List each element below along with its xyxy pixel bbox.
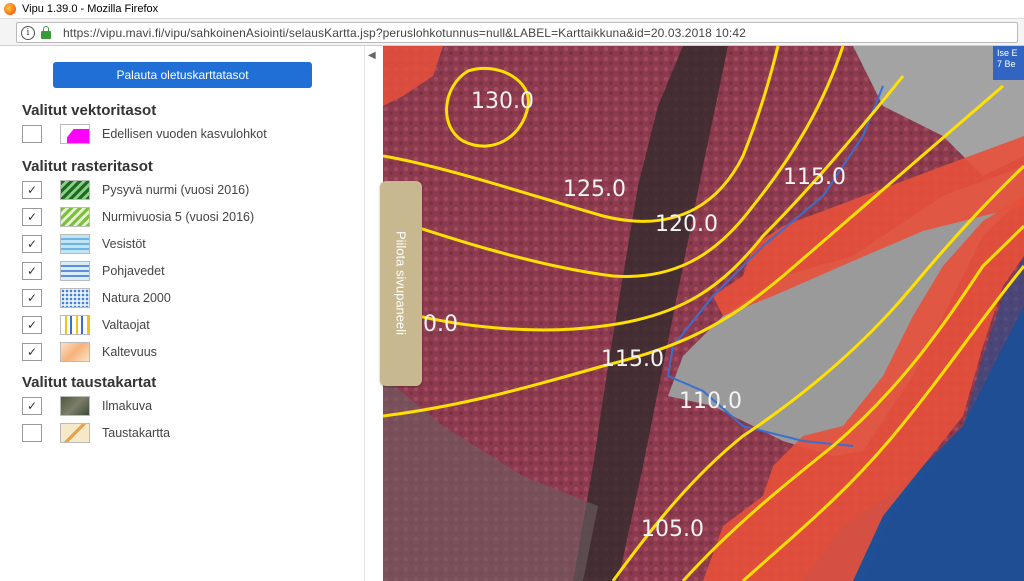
layer-row-aerial[interactable]: ✓ Ilmakuva bbox=[22, 395, 152, 417]
contour-label: 0.0 bbox=[423, 312, 458, 337]
layer-label: Valtaojat bbox=[102, 318, 150, 332]
hide-side-panel-label: Piilota sivupaneeli bbox=[393, 230, 409, 336]
layer-label: Natura 2000 bbox=[102, 291, 171, 305]
water-waves-icon bbox=[60, 234, 90, 254]
layer-row-natura[interactable]: ✓ Natura 2000 bbox=[22, 287, 171, 309]
layer-row-previous-year-parcels[interactable]: Edellisen vuoden kasvulohkot bbox=[22, 123, 267, 145]
layer-row-main-ditches[interactable]: ✓ Valtaojat bbox=[22, 314, 150, 336]
background-maps-heading: Valitut taustakartat bbox=[22, 374, 157, 391]
slope-icon bbox=[60, 342, 90, 362]
layer-checkbox[interactable]: ✓ bbox=[22, 235, 42, 253]
raster-layers-heading: Valitut rasteritasot bbox=[22, 158, 153, 175]
light-green-hatch-icon bbox=[60, 207, 90, 227]
layer-checkbox[interactable] bbox=[22, 125, 42, 143]
layer-label: Pohjavedet bbox=[102, 264, 165, 278]
layer-checkbox[interactable]: ✓ bbox=[22, 181, 42, 199]
contour-label: 120.0 bbox=[655, 212, 718, 237]
contour-label: 105.0 bbox=[641, 517, 704, 542]
layer-row-waters[interactable]: ✓ Vesistöt bbox=[22, 233, 146, 255]
badge-line: 7 Be bbox=[997, 59, 1016, 69]
layer-row-permanent-grass[interactable]: ✓ Pysyvä nurmi (vuosi 2016) bbox=[22, 179, 249, 201]
reset-default-layers-button[interactable]: Palauta oletuskarttatasot bbox=[53, 62, 312, 88]
layer-checkbox[interactable]: ✓ bbox=[22, 397, 42, 415]
layer-row-slope[interactable]: ✓ Kaltevuus bbox=[22, 341, 157, 363]
address-field[interactable]: i https://vipu.mavi.fi/vipu/sahkoinenAsi… bbox=[16, 22, 1018, 43]
layer-checkbox[interactable]: ✓ bbox=[22, 262, 42, 280]
hide-side-panel-tab[interactable]: Piilota sivupaneeli bbox=[380, 181, 422, 386]
contour-label: 115.0 bbox=[601, 347, 664, 372]
layer-row-grass-years[interactable]: ✓ Nurmivuosia 5 (vuosi 2016) bbox=[22, 206, 254, 228]
layer-label: Kaltevuus bbox=[102, 345, 157, 359]
window-title: Vipu 1.39.0 - Mozilla Firefox bbox=[22, 3, 159, 15]
browser-titlebar: Vipu 1.39.0 - Mozilla Firefox bbox=[0, 0, 1024, 19]
layer-label: Nurmivuosia 5 (vuosi 2016) bbox=[102, 210, 255, 224]
map-canvas[interactable]: 130.0 125.0 120.0 115.0 0.0 115.0 110.0 … bbox=[383, 46, 1024, 581]
aerial-photo-icon bbox=[60, 396, 90, 416]
groundwater-waves-icon bbox=[60, 261, 90, 281]
map-view[interactable]: 130.0 125.0 120.0 115.0 0.0 115.0 110.0 … bbox=[383, 46, 1024, 581]
url-bar: i https://vipu.mavi.fi/vipu/sahkoinenAsi… bbox=[0, 19, 1024, 46]
ditch-stripes-icon bbox=[60, 315, 90, 335]
contour-label: 125.0 bbox=[563, 177, 626, 202]
firefox-logo-icon bbox=[4, 3, 16, 15]
badge-line: Ise E bbox=[997, 48, 1018, 58]
layer-checkbox[interactable] bbox=[22, 424, 42, 442]
layer-row-groundwater[interactable]: ✓ Pohjavedet bbox=[22, 260, 165, 282]
natura-icon bbox=[60, 288, 90, 308]
lock-icon bbox=[41, 25, 51, 39]
vector-layers-heading: Valitut vektoritasot bbox=[22, 102, 157, 119]
layer-row-background-map[interactable]: Taustakartta bbox=[22, 422, 170, 444]
layer-label: Edellisen vuoden kasvulohkot bbox=[102, 127, 267, 141]
layer-checkbox[interactable]: ✓ bbox=[22, 208, 42, 226]
map-zoom-badge[interactable]: Ise E 7 Be bbox=[993, 46, 1024, 80]
url-text[interactable]: https://vipu.mavi.fi/vipu/sahkoinenAsioi… bbox=[63, 26, 746, 40]
layer-checkbox[interactable]: ✓ bbox=[22, 316, 42, 334]
layer-checkbox[interactable]: ✓ bbox=[22, 343, 42, 361]
magenta-parcel-icon bbox=[60, 124, 90, 144]
contour-label: 110.0 bbox=[679, 389, 742, 414]
background-map-icon bbox=[60, 423, 90, 443]
layer-label: Vesistöt bbox=[102, 237, 146, 251]
dark-green-hatch-icon bbox=[60, 180, 90, 200]
info-icon[interactable]: i bbox=[21, 25, 35, 40]
layer-checkbox[interactable]: ✓ bbox=[22, 289, 42, 307]
layer-label: Ilmakuva bbox=[102, 399, 153, 413]
layer-label: Pysyvä nurmi (vuosi 2016) bbox=[102, 183, 250, 197]
contour-label: 130.0 bbox=[471, 89, 534, 114]
layer-label: Taustakartta bbox=[102, 426, 171, 440]
collapse-arrow-icon[interactable]: ◀ bbox=[368, 50, 376, 61]
contour-label: 115.0 bbox=[783, 165, 846, 190]
